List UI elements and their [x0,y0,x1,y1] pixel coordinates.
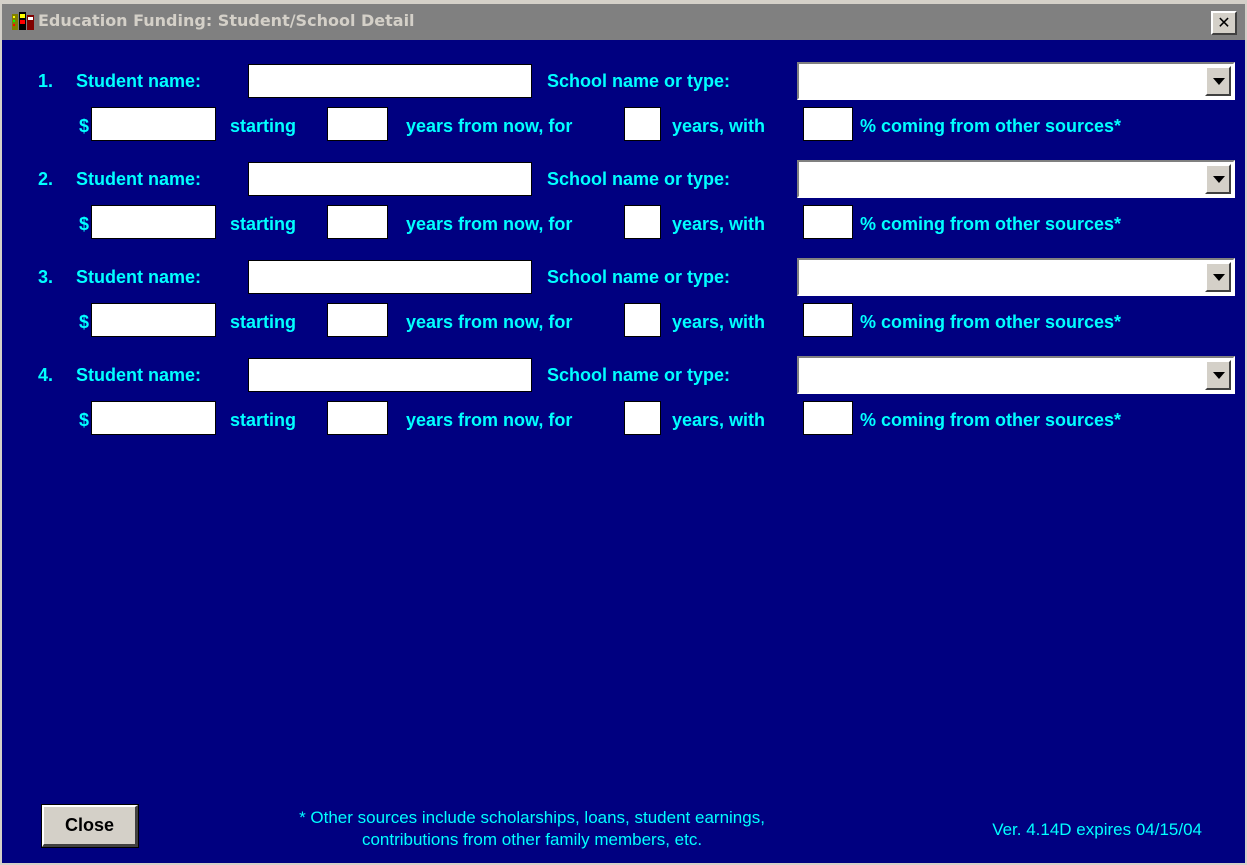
years-with-label: years, with [672,410,766,430]
years-from-now-label: years from now, for [406,312,573,332]
school-select[interactable] [797,62,1235,100]
years-with-label: years, with [672,214,766,234]
years-with-label: years, with [672,312,766,332]
school-select[interactable] [797,356,1235,394]
student-name-label: Student name: [76,267,202,287]
amount-field[interactable] [91,303,216,337]
other-sources-label: % coming from other sources* [860,116,1122,136]
dollar-label: $ [79,214,90,234]
starting-label: starting [230,214,297,234]
chevron-down-icon[interactable] [1205,262,1231,292]
row-number: 3. [38,267,54,287]
years-from-now-label: years from now, for [406,410,573,430]
window-title: Education Funding: Student/School Detail [38,11,415,30]
starting-label: starting [230,410,297,430]
other-sources-pct-field[interactable] [803,107,853,141]
school-label: School name or type: [547,267,731,287]
start-years-field[interactable] [327,401,388,435]
duration-years-field[interactable] [624,107,661,141]
starting-label: starting [230,116,297,136]
app-icon [12,12,34,30]
dollar-label: $ [79,410,90,430]
student-name-field[interactable] [248,358,532,392]
other-sources-label: % coming from other sources* [860,410,1122,430]
chevron-down-icon[interactable] [1205,164,1231,194]
amount-field[interactable] [91,401,216,435]
start-years-field[interactable] [327,107,388,141]
footnote: * Other sources include scholarships, lo… [232,807,832,851]
student-name-field[interactable] [248,64,532,98]
other-sources-pct-field[interactable] [803,303,853,337]
start-years-field[interactable] [327,205,388,239]
student-name-field[interactable] [248,260,532,294]
chevron-down-icon[interactable] [1205,66,1231,96]
close-icon[interactable]: ✕ [1211,11,1237,35]
amount-field[interactable] [91,205,216,239]
amount-field[interactable] [91,107,216,141]
duration-years-field[interactable] [624,205,661,239]
duration-years-field[interactable] [624,303,661,337]
version-text: Ver. 4.14D expires 04/15/04 [992,820,1202,839]
school-label: School name or type: [547,71,731,91]
row-number: 4. [38,365,54,385]
dollar-label: $ [79,116,90,136]
duration-years-field[interactable] [624,401,661,435]
dollar-label: $ [79,312,90,332]
years-with-label: years, with [672,116,766,136]
other-sources-pct-field[interactable] [803,205,853,239]
school-label: School name or type: [547,169,731,189]
other-sources-pct-field[interactable] [803,401,853,435]
student-name-label: Student name: [76,365,202,385]
title-bar[interactable]: Education Funding: Student/School Detail… [2,0,1245,40]
other-sources-label: % coming from other sources* [860,312,1122,332]
dialog-window: Education Funding: Student/School Detail… [0,0,1247,865]
other-sources-label: % coming from other sources* [860,214,1122,234]
footnote-line-2: contributions from other family members,… [361,830,703,849]
starting-label: starting [230,312,297,332]
row-number: 2. [38,169,54,189]
footnote-line-1: * Other sources include scholarships, lo… [299,808,765,827]
student-name-label: Student name: [76,169,202,189]
school-select[interactable] [797,258,1235,296]
chevron-down-icon[interactable] [1205,360,1231,390]
school-label: School name or type: [547,365,731,385]
student-name-field[interactable] [248,162,532,196]
start-years-field[interactable] [327,303,388,337]
row-number: 1. [38,71,54,91]
school-select[interactable] [797,160,1235,198]
close-button[interactable]: Close [41,804,139,848]
student-name-label: Student name: [76,71,202,91]
years-from-now-label: years from now, for [406,116,573,136]
years-from-now-label: years from now, for [406,214,573,234]
